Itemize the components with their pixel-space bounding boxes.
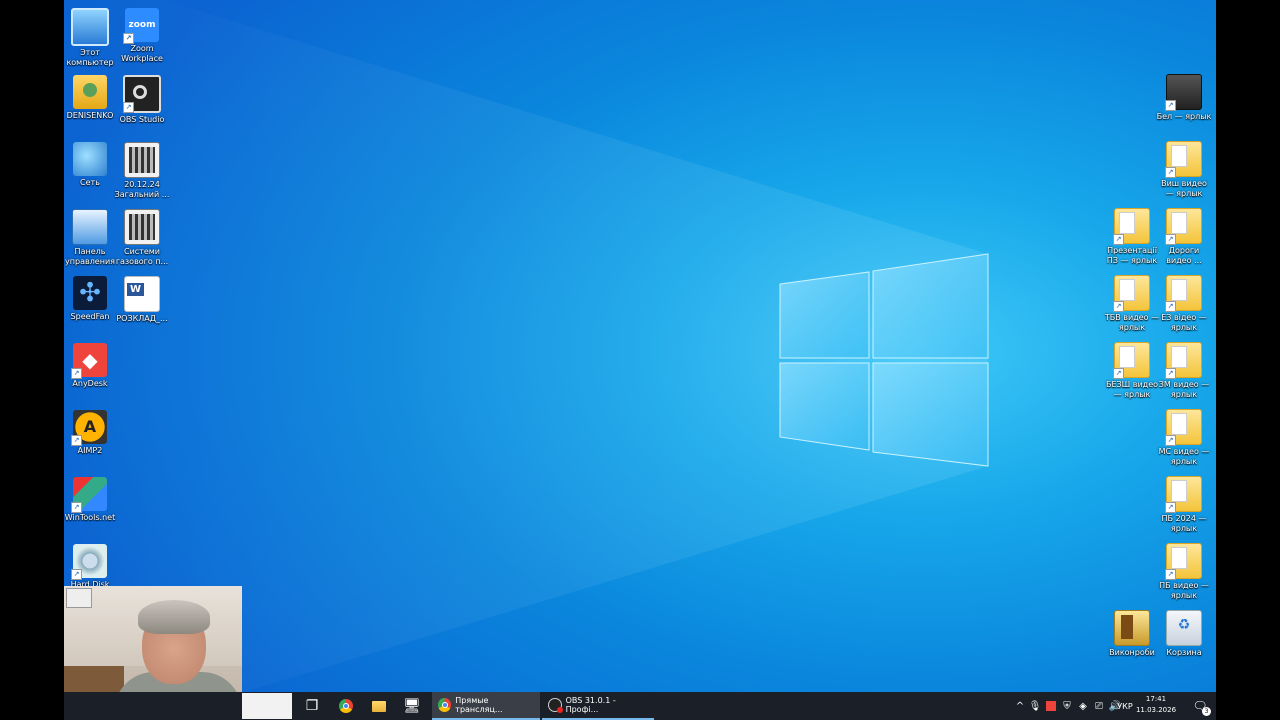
user-folder-icon <box>73 75 107 109</box>
desktop-icon-control-panel[interactable]: Панель управления <box>64 203 118 267</box>
wintools-icon <box>71 477 107 513</box>
dark-folder-icon <box>1165 74 1202 111</box>
desktop-icon-bezsh-video[interactable]: БЕЗШ видео — ярлык <box>1104 336 1160 400</box>
task-view-icon[interactable]: ❐ <box>298 692 326 720</box>
desktop-icon-tbv-video[interactable]: ТБВ видео — ярлык <box>1104 269 1160 333</box>
word-document-icon <box>124 276 160 312</box>
folder-shortcut-icon <box>1113 208 1150 245</box>
shield-icon[interactable]: ⛨ <box>1060 692 1074 720</box>
desktop-icon-pb-2024[interactable]: ПБ 2024 — ярлык <box>1156 470 1212 534</box>
screen: Этот компьютер zoom Zoom Workplace DENIS… <box>64 0 1216 720</box>
microphone-icon[interactable]: 🎙 <box>1028 692 1042 720</box>
desktop-icon-recycle-bin[interactable]: Корзина <box>1156 604 1212 658</box>
desktop-icon-video-20-12-24[interactable]: 20.12.24 Загальний ... <box>114 136 170 200</box>
taskbar: ❐ 🖥 Прямые трансляц... OBS 31.0.1 - Проф… <box>64 692 1216 720</box>
taskbar-search-box[interactable] <box>242 693 292 719</box>
clock-time: 17:41 <box>1145 695 1167 703</box>
desktop-icon-pb-video[interactable]: ПБ видео — ярлык <box>1156 537 1212 601</box>
wintools-tray-icon[interactable]: ◈ <box>1076 692 1090 720</box>
hard-disk-icon <box>71 544 107 580</box>
folder-shortcut-icon <box>1113 342 1150 379</box>
desktop-icon-vykonroby[interactable]: Виконроби <box>1104 604 1160 658</box>
remote-desktop-icon[interactable]: 🖥 <box>398 692 426 720</box>
desktop-icon-vysh-video[interactable]: Виш видео — ярлык <box>1156 135 1212 199</box>
anydesk-icon <box>71 343 107 379</box>
tray-chevron-up-icon[interactable]: ^ <box>1014 692 1026 720</box>
wall-calendar <box>66 588 92 608</box>
desktop-icon-anydesk[interactable]: AnyDesk <box>64 337 118 389</box>
notification-count-badge: 3 <box>1202 707 1211 716</box>
file-explorer-icon[interactable] <box>365 692 393 720</box>
desktop-icon-bel[interactable]: Бел — ярлык <box>1156 68 1212 122</box>
desktop-icon-ez-video[interactable]: ЕЗ відео — ярлык <box>1156 269 1212 333</box>
zoom-icon: zoom <box>123 8 159 44</box>
door-folder-icon <box>1114 610 1150 646</box>
desktop-icon-zoom[interactable]: zoom Zoom Workplace <box>114 2 170 64</box>
desktop-icon-gas-systems[interactable]: Системи газового п... <box>114 203 170 267</box>
desktop-icon-wintools[interactable]: WinTools.net <box>64 471 118 523</box>
desktop-icon-speedfan[interactable]: SpeedFan <box>64 270 118 322</box>
chrome-icon <box>438 698 452 712</box>
taskbar-app-chrome[interactable]: Прямые трансляц... <box>432 692 540 720</box>
person-hair <box>138 600 210 634</box>
folder-shortcut-icon <box>1113 275 1150 312</box>
control-panel-icon <box>72 209 108 245</box>
aimp-icon <box>71 410 107 446</box>
desktop-icon-rozklad[interactable]: РОЗКЛАД_... <box>114 270 170 324</box>
folder-shortcut-icon <box>1165 476 1202 513</box>
folder-shortcut-icon <box>1165 543 1202 580</box>
system-clock[interactable]: 17:41 11.03.2026 <box>1134 694 1178 716</box>
desktop-icon-hard-disk[interactable]: Hard Disk <box>64 538 118 590</box>
desktop-icon-prezentatsii[interactable]: Презентації ПЗ — ярлык <box>1104 202 1160 266</box>
obs-icon <box>548 698 563 713</box>
video-file-icon <box>124 142 160 178</box>
folder-shortcut-icon <box>1165 141 1202 178</box>
network-icon <box>73 142 107 176</box>
taskbar-app-obs[interactable]: OBS 31.0.1 - Профі... <box>542 692 654 720</box>
computer-icon <box>71 8 109 46</box>
desktop-icon-dorogi-video[interactable]: Дороги видео ... <box>1156 202 1212 266</box>
desktop-icon-this-pc[interactable]: Этот компьютер <box>64 2 118 68</box>
video-file-icon <box>124 209 160 245</box>
desktop-icon-zm-video[interactable]: ЗМ видео — ярлык <box>1156 336 1212 400</box>
desktop-icon-denisenko[interactable]: DENISENKO <box>64 69 118 121</box>
anydesk-tray-icon[interactable] <box>1044 692 1058 720</box>
network-icon[interactable]: ⎚ <box>1092 692 1106 720</box>
desktop-icon-ms-video[interactable]: МС видео — ярлык <box>1156 403 1212 467</box>
desktop-icon-obs[interactable]: OBS Studio <box>114 69 170 125</box>
folder-shortcut-icon <box>1165 409 1202 446</box>
folder-shortcut-icon <box>1165 275 1202 312</box>
folder-shortcut-icon <box>1165 342 1202 379</box>
folder-shortcut-icon <box>1165 208 1202 245</box>
clock-date: 11.03.2026 <box>1135 706 1177 714</box>
recycle-bin-icon <box>1166 610 1202 646</box>
obs-icon <box>123 75 161 113</box>
fan-icon <box>73 276 107 310</box>
chrome-icon[interactable] <box>332 692 360 720</box>
desktop-icon-aimp2[interactable]: AIMP2 <box>64 404 118 456</box>
desktop-icon-network[interactable]: Сеть <box>64 136 118 188</box>
notification-center-icon[interactable]: 🗨 3 <box>1186 692 1214 720</box>
